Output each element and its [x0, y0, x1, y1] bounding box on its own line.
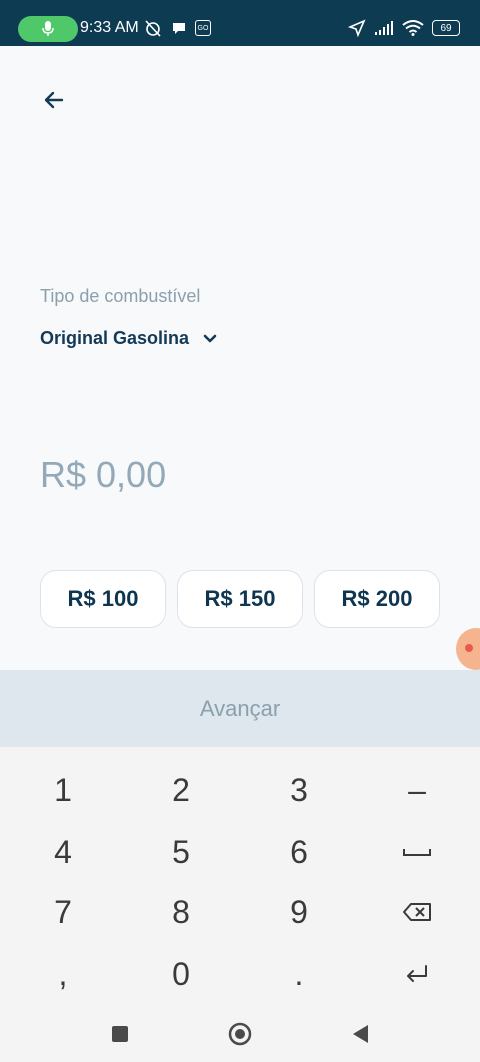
key-minus[interactable]: – [358, 761, 476, 819]
status-time: 9:33 AM [80, 19, 139, 36]
square-icon [112, 1025, 128, 1042]
quick-amount-buttons: R$ 100 R$ 150 R$ 200 [40, 570, 440, 628]
recents-button[interactable] [106, 1020, 134, 1048]
key-period[interactable]: . [240, 945, 358, 1003]
next-button[interactable]: Avançar [0, 670, 480, 747]
status-icons-right: 69 [348, 17, 460, 39]
space-bar-icon [403, 849, 431, 856]
wifi-icon [402, 20, 424, 36]
location-arrow-icon [348, 19, 366, 37]
signal-strength-icon [375, 21, 393, 35]
amount-input[interactable]: R$ 0,00 [40, 454, 166, 496]
key-5[interactable]: 5 [122, 823, 240, 881]
back-button[interactable] [36, 82, 72, 118]
chevron-down-icon [203, 334, 217, 342]
fuel-type-dropdown[interactable]: Original Gasolina [40, 328, 217, 349]
space-key[interactable] [358, 823, 476, 881]
battery-indicator: 69 [432, 20, 460, 36]
backspace-icon [403, 903, 431, 921]
quick-amount-150-button[interactable]: R$ 150 [177, 570, 303, 628]
key-comma[interactable]: , [4, 945, 122, 1003]
enter-arrow-icon [407, 965, 427, 982]
floating-assistant-bubble[interactable] [456, 628, 480, 670]
key-9[interactable]: 9 [240, 883, 358, 941]
microphone-icon [42, 21, 54, 36]
fuel-type-value: Original Gasolina [40, 328, 190, 348]
alarm-off-icon [145, 20, 161, 37]
enter-key[interactable] [358, 945, 476, 1003]
backspace-key[interactable] [358, 883, 476, 941]
microphone-active-indicator[interactable] [18, 16, 78, 42]
home-circle-icon [228, 1022, 252, 1045]
system-navigation-bar [0, 1005, 480, 1062]
triangle-back-icon [353, 1024, 368, 1043]
arrow-left-icon [44, 91, 64, 109]
key-3[interactable]: 3 [240, 761, 358, 819]
status-bar: 9:33 AM GO 69 [0, 0, 480, 46]
key-2[interactable]: 2 [122, 761, 240, 819]
home-button[interactable] [226, 1020, 254, 1048]
chat-bubble-icon [173, 23, 185, 34]
key-7[interactable]: 7 [4, 883, 122, 941]
go-app-icon: GO [195, 20, 211, 36]
back-nav-button[interactable] [346, 1020, 374, 1048]
key-6[interactable]: 6 [240, 823, 358, 881]
key-8[interactable]: 8 [122, 883, 240, 941]
quick-amount-100-button[interactable]: R$ 100 [40, 570, 166, 628]
key-1[interactable]: 1 [4, 761, 122, 819]
fuel-type-label: Tipo de combustível [40, 286, 201, 306]
key-4[interactable]: 4 [4, 823, 122, 881]
quick-amount-200-button[interactable]: R$ 200 [314, 570, 440, 628]
notification-dot [465, 644, 473, 652]
key-0[interactable]: 0 [122, 945, 240, 1003]
status-icons-left: GO [143, 17, 211, 39]
